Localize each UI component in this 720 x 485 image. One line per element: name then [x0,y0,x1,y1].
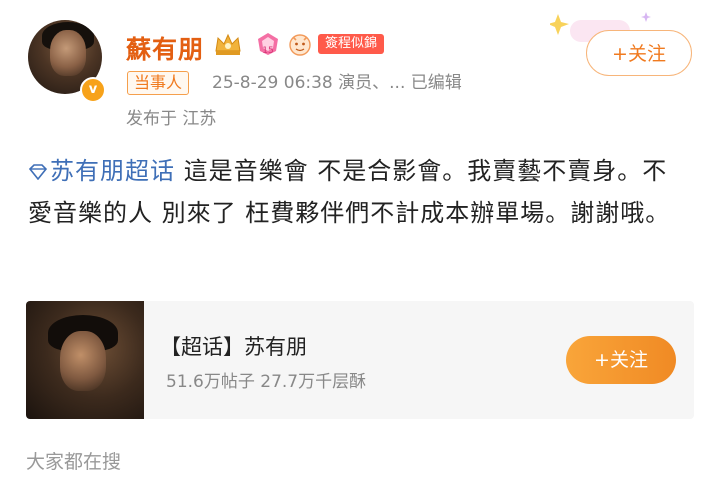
post-location: 发布于 江苏 [126,109,217,129]
topic-label[interactable]: 苏有朋超话 [50,157,175,185]
trending-search-heading: 大家都在搜 [26,451,122,473]
topic-cover-image[interactable] [26,301,144,419]
crown-icon [215,33,241,55]
card-stats: 51.6万帖子 27.7万千层酥 [166,372,367,392]
follow-button[interactable]: +关注 [586,30,692,76]
card-follow-button[interactable]: +关注 [566,336,676,384]
role-tag: 当事人 [127,71,190,95]
card-title[interactable]: 【超话】苏有朋 [160,331,307,361]
super-topic-card[interactable]: 【超话】苏有朋 51.6万帖子 27.7万千层酥 +关注 [26,301,694,419]
verified-badge-icon: v [80,77,106,103]
level-badge-icon: 15 [258,33,278,56]
diamond-icon [28,164,48,180]
topic-link[interactable]: 苏有朋超话 [28,157,175,185]
svg-text:15: 15 [262,46,273,56]
signed-tag: 簽程似錦 [318,34,385,54]
post-meta: 25-8-29 06:38 演员、... 已编辑 [212,73,462,93]
mascot-icon [289,34,311,56]
username[interactable]: 蘇有朋 [126,30,204,66]
post-content: 苏有朋超话 這是音樂會 不是合影會。我賣藝不賣身。不愛音樂的人 別來了 枉費夥伴… [28,150,688,234]
